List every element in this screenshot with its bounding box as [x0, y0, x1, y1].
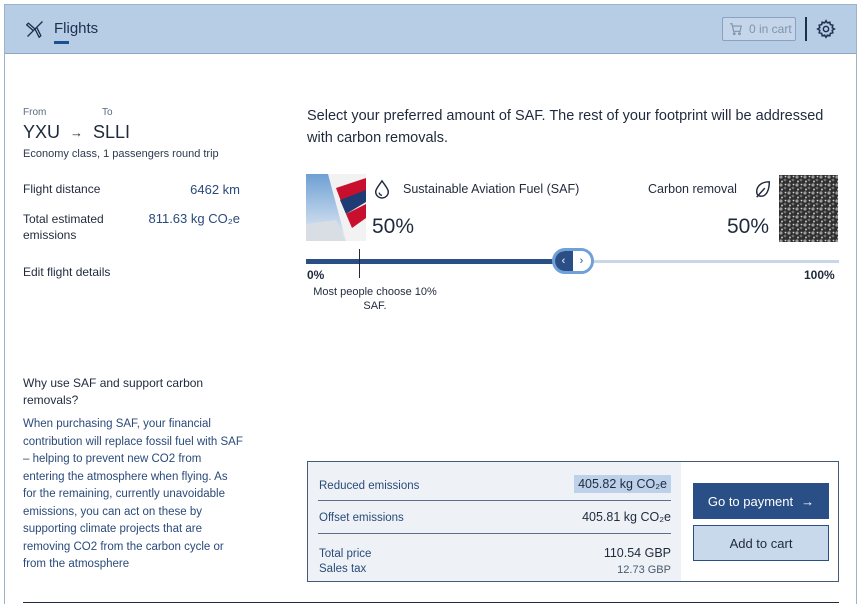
- summary-details: Reduced emissions 405.82 kg CO₂e Offset …: [308, 462, 681, 581]
- top-header: Flights 0 in cart: [5, 5, 856, 54]
- total-price-value: 110.54 GBP: [603, 546, 671, 560]
- slider-max-label: 100%: [804, 268, 835, 282]
- arrow-right-icon: →: [70, 125, 84, 140]
- gear-icon[interactable]: [816, 19, 836, 39]
- travel-class-info: Economy class, 1 passengers round trip: [23, 148, 219, 160]
- reduced-emissions-label: Reduced emissions: [319, 480, 420, 492]
- emissions-value: 811.63 kg CO₂e: [148, 211, 240, 226]
- route: YXU → SLLI: [23, 122, 130, 143]
- sales-tax-label: Sales tax: [319, 563, 367, 575]
- distance-value: 6462 km: [190, 182, 240, 197]
- bottom-divider: [23, 602, 839, 603]
- cart-icon: [730, 23, 742, 36]
- leaf-icon: [755, 181, 771, 198]
- popular-choice-marker: [359, 249, 361, 278]
- arrow-right-icon: →: [801, 493, 815, 509]
- distance-label: Flight distance: [23, 182, 101, 196]
- carbon-removal-percent: 50%: [727, 215, 770, 238]
- add-to-cart-button[interactable]: Add to cart: [693, 525, 829, 561]
- saf-percent: 50%: [372, 215, 415, 238]
- destination-code: SLLI: [93, 122, 131, 142]
- why-saf-body: When purchasing SAF, your financial cont…: [23, 418, 243, 570]
- total-price-label: Total price: [319, 548, 372, 560]
- to-label: To: [102, 107, 113, 118]
- origin-code: YXU: [23, 122, 61, 142]
- emissions-label: Total estimated emissions: [23, 212, 104, 242]
- carbon-removal-title: Carbon removal: [648, 182, 737, 196]
- tab-flights[interactable]: Flights: [54, 20, 98, 37]
- go-to-payment-label: Go to payment: [707, 493, 794, 509]
- add-to-cart-label: Add to cart: [729, 535, 793, 551]
- app-frame: Flights 0 in cart From To YXU → SLLI Eco…: [4, 4, 857, 604]
- go-to-payment-button[interactable]: Go to payment →: [693, 483, 829, 519]
- summary-panel: Reduced emissions 405.82 kg CO₂e Offset …: [307, 461, 839, 582]
- aircraft-tail-image: [306, 174, 366, 241]
- slider-fill: [306, 259, 573, 264]
- chevron-left-icon: ‹: [554, 251, 573, 271]
- reduced-emissions-value: 405.82 kg CO₂e: [574, 475, 671, 493]
- drop-icon: [374, 179, 390, 199]
- summary-divider: [318, 533, 671, 534]
- tab-active-indicator: [54, 41, 69, 44]
- saf-prompt: Select your preferred amount of SAF. The…: [307, 108, 824, 146]
- plane-icon: [26, 21, 43, 38]
- cart-button[interactable]: 0 in cart: [722, 17, 796, 41]
- edit-flight-link[interactable]: Edit flight details: [23, 265, 110, 279]
- offset-emissions-value: 405.81 kg CO₂e: [582, 510, 671, 524]
- slider-min-label: 0%: [307, 268, 325, 282]
- saf-title: Sustainable Aviation Fuel (SAF): [403, 182, 580, 196]
- offset-emissions-label: Offset emissions: [319, 512, 404, 524]
- summary-divider: [318, 500, 671, 501]
- from-label: From: [23, 107, 47, 118]
- header-divider: [805, 17, 807, 41]
- why-saf-heading: Why use SAF and support carbon removals?: [23, 376, 204, 407]
- carbon-gravel-image: [779, 175, 838, 242]
- cart-count-label: 0 in cart: [749, 22, 792, 36]
- slider-thumb[interactable]: ‹ ›: [551, 248, 594, 274]
- sales-tax-value: 12.73 GBP: [617, 564, 671, 576]
- chevron-right-icon: ›: [572, 251, 591, 271]
- popular-choice-note: Most people choose 10% SAF.: [313, 286, 437, 312]
